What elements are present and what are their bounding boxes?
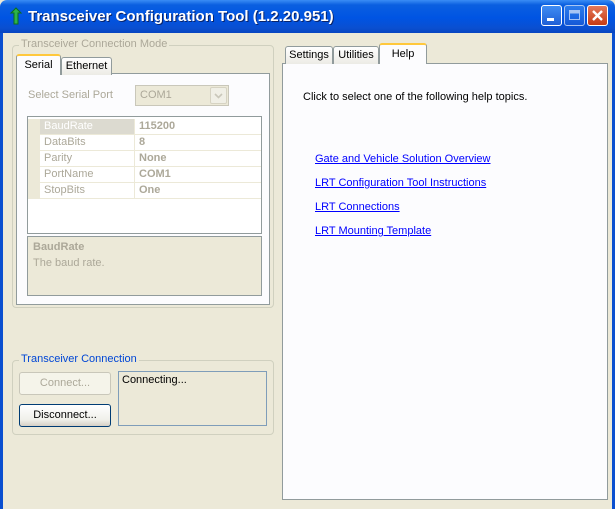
tab-ethernet[interactable]: Ethernet [61, 57, 112, 75]
property-grid[interactable]: BaudRate 115200 DataBits 8 Parity None P… [27, 116, 262, 234]
chevron-down-icon [214, 93, 223, 99]
connection-mode-legend: Transceiver Connection Mode [19, 38, 170, 50]
property-name: BaudRate [40, 119, 135, 134]
property-value[interactable]: 8 [136, 135, 145, 150]
property-row-margin [28, 151, 40, 166]
minimize-button[interactable] [541, 5, 562, 26]
serial-port-label: Select Serial Port [28, 89, 113, 101]
title-bar[interactable]: Transceiver Configuration Tool (1.2.20.9… [0, 0, 615, 33]
combo-dropdown-button[interactable] [210, 87, 227, 104]
disconnect-button[interactable]: Disconnect... [19, 404, 111, 427]
tab-settings[interactable]: Settings [285, 46, 333, 64]
property-value[interactable]: One [136, 183, 160, 198]
property-row[interactable]: BaudRate 115200 [28, 119, 261, 135]
transceiver-connection-legend: Transceiver Connection [19, 353, 139, 365]
connect-button[interactable]: Connect... [19, 372, 111, 395]
property-row-margin [28, 119, 40, 134]
property-value[interactable]: COM1 [136, 167, 171, 182]
tab-serial[interactable]: Serial [16, 54, 61, 75]
property-name: DataBits [40, 135, 135, 150]
help-link-gate-vehicle-overview[interactable]: Gate and Vehicle Solution Overview [315, 153, 491, 165]
property-value[interactable]: 115200 [136, 119, 175, 134]
window-title: Transceiver Configuration Tool (1.2.20.9… [28, 8, 334, 25]
serial-port-select[interactable]: COM1 [135, 85, 229, 106]
property-row-margin [28, 183, 40, 198]
help-link-lrt-connections[interactable]: LRT Connections [315, 201, 400, 213]
property-row[interactable]: Parity None [28, 151, 261, 167]
help-link-configuration-instructions[interactable]: LRT Configuration Tool Instructions [315, 177, 486, 189]
app-icon [9, 7, 23, 25]
property-row[interactable]: PortName COM1 [28, 167, 261, 183]
tab-help[interactable]: Help [379, 43, 427, 64]
help-link-mounting-template[interactable]: LRT Mounting Template [315, 225, 431, 237]
property-name: Parity [40, 151, 135, 166]
property-help-description: The baud rate. [33, 257, 105, 269]
minimize-icon [547, 18, 554, 21]
property-row-margin [28, 135, 40, 150]
maximize-button[interactable] [564, 5, 585, 26]
serial-port-value: COM1 [140, 89, 172, 101]
property-help-box: BaudRate The baud rate. [27, 236, 262, 296]
property-name: StopBits [40, 183, 135, 198]
connection-status-text: Connecting... [122, 374, 187, 386]
property-help-title: BaudRate [33, 241, 85, 253]
property-row-margin [28, 167, 40, 182]
help-tab-page [282, 63, 608, 500]
tab-utilities[interactable]: Utilities [333, 46, 379, 64]
connection-status-box: Connecting... [118, 371, 267, 426]
property-row[interactable]: StopBits One [28, 183, 261, 199]
property-value[interactable]: None [136, 151, 167, 166]
property-name: PortName [40, 167, 135, 182]
help-intro-text: Click to select one of the following hel… [303, 91, 528, 103]
property-row[interactable]: DataBits 8 [28, 135, 261, 151]
close-button[interactable] [587, 5, 608, 26]
window-frame-left [0, 33, 3, 509]
close-icon [592, 10, 603, 21]
maximize-icon [569, 10, 580, 20]
